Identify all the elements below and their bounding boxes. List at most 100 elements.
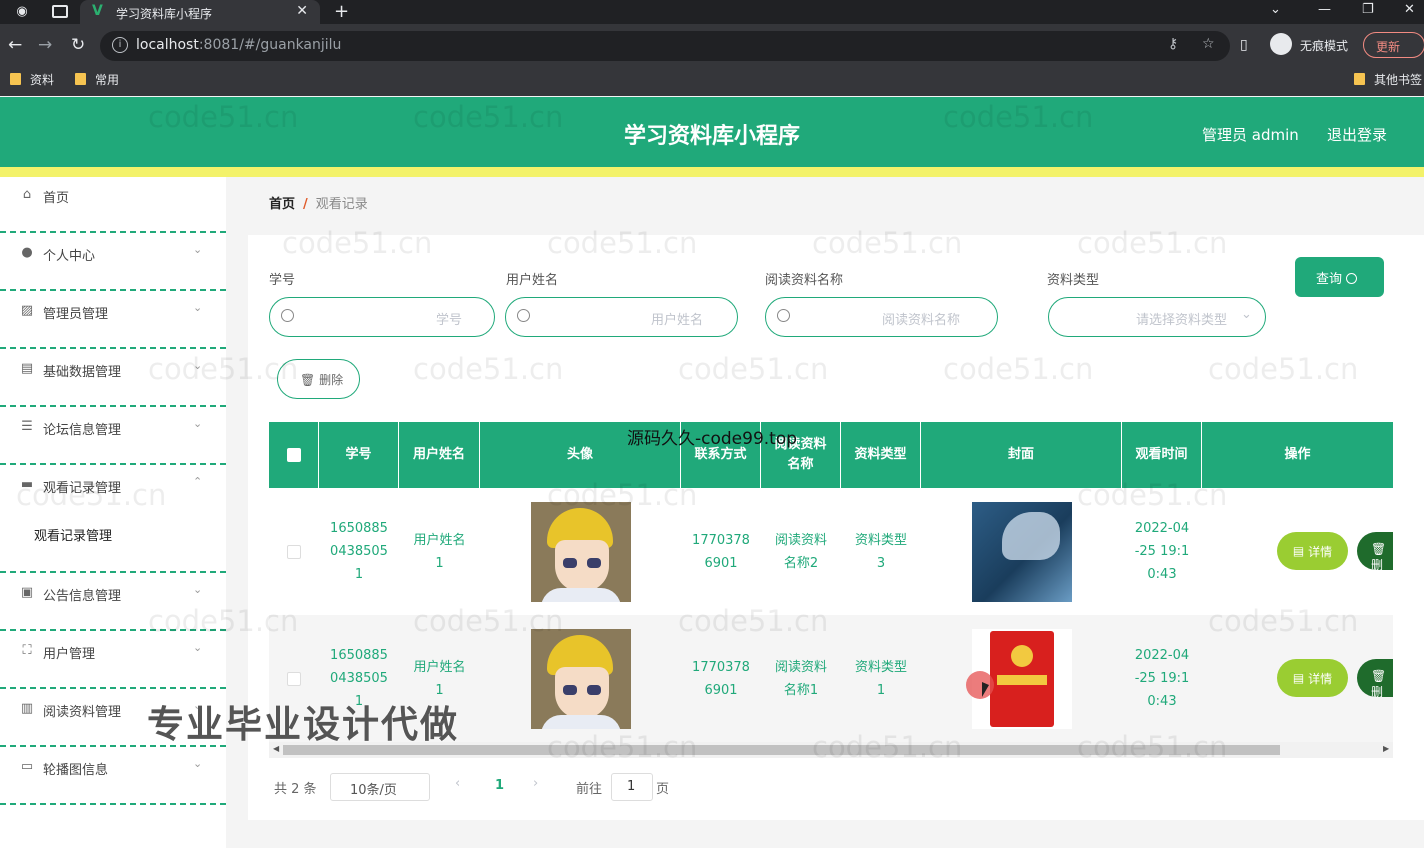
info-icon[interactable]: i bbox=[112, 37, 128, 53]
total-count: 共 2 条 bbox=[274, 782, 317, 797]
goto-page-input[interactable]: 1 bbox=[611, 773, 653, 801]
bookmark-folder[interactable]: 常用 bbox=[75, 71, 119, 88]
address-bar[interactable]: i localhost:8081/#/guankanjilu ⚷ ☆ bbox=[100, 31, 1230, 61]
chevron-down-icon: ⌄ bbox=[193, 243, 203, 256]
page-size-select[interactable]: 10条/页 bbox=[330, 773, 430, 801]
globe-icon[interactable]: ◉ bbox=[14, 4, 30, 20]
user-name-input[interactable]: 用户姓名 bbox=[505, 297, 738, 337]
delete-label: 删 bbox=[1371, 685, 1384, 697]
goto-label: 前往 bbox=[576, 782, 603, 797]
breadcrumb-separator: / bbox=[303, 197, 308, 212]
column-header: 资料类型 bbox=[841, 422, 921, 488]
breadcrumb-home[interactable]: 首页 bbox=[269, 197, 295, 212]
close-icon[interactable]: ✕ bbox=[296, 3, 308, 19]
close-window-icon[interactable]: ✕ bbox=[1404, 2, 1415, 17]
new-tab-icon[interactable]: + bbox=[334, 1, 349, 22]
next-page-icon[interactable]: › bbox=[533, 776, 538, 791]
bookmark-folder[interactable]: 其他书签 bbox=[1354, 71, 1422, 88]
material-type-select[interactable]: 请选择资料类型 ⌄ bbox=[1048, 297, 1266, 337]
star-icon[interactable]: ☆ bbox=[1202, 36, 1215, 52]
watermark: code51.cn bbox=[148, 352, 299, 386]
chevron-up-icon: ⌃ bbox=[193, 475, 203, 488]
watermark: code51.cn bbox=[943, 352, 1094, 386]
prev-page-icon[interactable]: ‹ bbox=[455, 776, 460, 791]
browser-tab[interactable]: V 学习资料库小程序 ✕ bbox=[80, 0, 320, 24]
source-overlay-text: 源码久久-code99.top bbox=[627, 429, 798, 449]
restore-icon[interactable]: ❐ bbox=[1362, 2, 1374, 17]
browser-tab-bar: ◉ V 学习资料库小程序 ✕ + ⌄ — ❐ ✕ bbox=[0, 0, 1424, 24]
query-button[interactable]: 查询 bbox=[1295, 257, 1384, 297]
logout-link[interactable]: 退出登录 bbox=[1327, 124, 1387, 145]
back-icon[interactable]: ← bbox=[8, 35, 22, 55]
incognito-icon[interactable] bbox=[1270, 33, 1292, 55]
material-name-input[interactable]: 阅读资料名称 bbox=[765, 297, 998, 337]
material-type-cell: 资料类型 3 bbox=[854, 532, 907, 571]
placeholder: 用户姓名 bbox=[651, 313, 704, 328]
update-button[interactable]: 更新 bbox=[1363, 32, 1424, 58]
sidebar-item-carousel[interactable]: ▭ 轮播图信息 ⌄ bbox=[0, 749, 226, 805]
tab-icon[interactable] bbox=[52, 5, 68, 18]
page-unit-label: 页 bbox=[656, 782, 670, 797]
goto-value: 1 bbox=[627, 779, 636, 794]
filter-label-material-type: 资料类型 bbox=[1047, 273, 1100, 288]
menu-label: 首页 bbox=[43, 191, 70, 206]
document-icon: ▥ bbox=[20, 701, 34, 716]
mouse-cursor-icon bbox=[982, 682, 989, 697]
select-all-checkbox[interactable] bbox=[286, 448, 301, 462]
watermark: code51.cn bbox=[1208, 604, 1359, 638]
delete-label: 删除 bbox=[319, 373, 344, 387]
sidebar-toggle-icon[interactable]: ▯ bbox=[1240, 37, 1248, 53]
url-text[interactable]: localhost:8081/#/guankanjilu bbox=[136, 37, 341, 53]
delete-label: 删 bbox=[1371, 558, 1384, 570]
delete-button[interactable]: 🗑 删 bbox=[1357, 659, 1393, 697]
filter-label-student-id: 学号 bbox=[269, 273, 296, 288]
watermark: code51.cn bbox=[413, 604, 564, 638]
query-label: 查询 bbox=[1316, 272, 1343, 287]
scroll-right-icon[interactable]: ▶ bbox=[1383, 744, 1389, 753]
chevron-down-icon: ⌄ bbox=[193, 641, 203, 654]
reload-icon[interactable]: ↻ bbox=[71, 35, 85, 55]
sidebar-item-admins[interactable]: ▨ 管理员管理 ⌄ bbox=[0, 293, 226, 349]
search-icon bbox=[281, 309, 294, 322]
sidebar-item-profile[interactable]: ● 个人中心 ⌄ bbox=[0, 235, 226, 291]
menu-label: 用户管理 bbox=[43, 647, 96, 662]
chevron-down-icon[interactable]: ⌄ bbox=[1270, 2, 1281, 17]
submenu-item-watch-records[interactable]: 观看记录管理 bbox=[0, 515, 226, 555]
submenu-label: 观看记录管理 bbox=[34, 529, 113, 544]
page-number[interactable]: 1 bbox=[495, 778, 504, 793]
bookmark-folder[interactable]: 资料 bbox=[10, 71, 54, 88]
clipboard-icon: ▣ bbox=[20, 585, 34, 600]
sidebar-item-home[interactable]: ⌂ 首页 bbox=[0, 177, 226, 233]
chevron-down-icon: ⌄ bbox=[193, 757, 203, 770]
sidebar-item-forum[interactable]: ☰ 论坛信息管理 ⌄ bbox=[0, 409, 226, 465]
key-icon[interactable]: ⚷ bbox=[1168, 36, 1178, 52]
sidebar-item-users[interactable]: ⛶ 用户管理 ⌄ bbox=[0, 633, 226, 689]
forward-icon[interactable]: → bbox=[38, 35, 52, 55]
menu-label: 阅读资料管理 bbox=[43, 705, 122, 720]
trash-icon: 🗑 bbox=[300, 373, 316, 387]
cover-image bbox=[971, 501, 1072, 602]
vue-logo-icon: V bbox=[92, 3, 103, 19]
row-checkbox[interactable] bbox=[287, 671, 301, 686]
delete-button[interactable]: 🗑 删 bbox=[1357, 532, 1393, 570]
watermark: code51.cn bbox=[16, 478, 167, 512]
monitor-icon: ▭ bbox=[20, 759, 34, 774]
row-checkbox[interactable] bbox=[287, 544, 301, 559]
watermark: code51.cn bbox=[148, 100, 299, 134]
column-header: 操作 bbox=[1284, 447, 1311, 462]
minimize-icon[interactable]: — bbox=[1318, 2, 1331, 17]
watermark: code51.cn bbox=[282, 226, 433, 260]
click-indicator bbox=[966, 671, 994, 699]
detail-button[interactable]: ▤ 详情 bbox=[1277, 659, 1348, 697]
user-name-cell: 用户姓名 1 bbox=[413, 532, 466, 571]
detail-button[interactable]: ▤ 详情 bbox=[1277, 532, 1348, 570]
document-icon: ▤ bbox=[1292, 544, 1305, 558]
select-all-cell bbox=[269, 422, 319, 488]
avatar bbox=[530, 501, 631, 602]
search-icon bbox=[1346, 273, 1358, 284]
student-id-input[interactable]: 学号 bbox=[269, 297, 495, 337]
search-icon bbox=[777, 309, 790, 322]
watermark: code51.cn bbox=[148, 604, 299, 638]
watermark: code51.cn bbox=[413, 100, 564, 134]
placeholder: 阅读资料名称 bbox=[882, 313, 961, 328]
